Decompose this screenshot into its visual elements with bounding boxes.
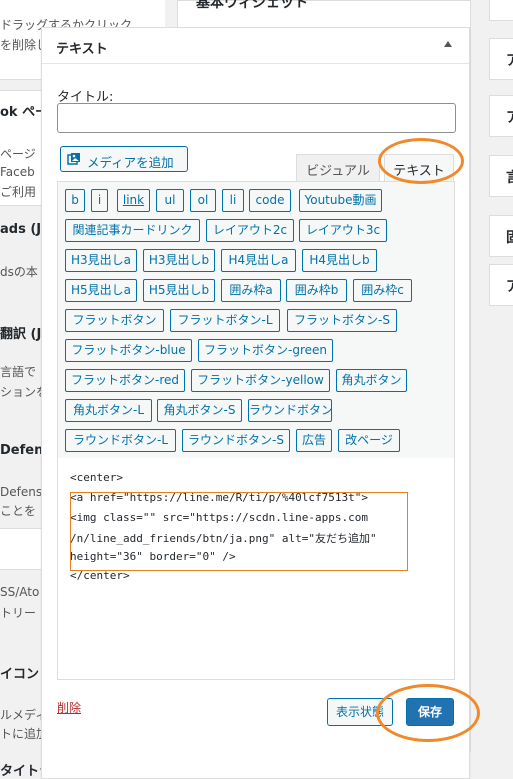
right-widget-letter-4: 言 [506,167,513,187]
highlight-box [70,492,408,571]
bg-text-3: ページ [0,147,36,161]
text-editor-area[interactable]: <center> <a href="https://line.me/R/ti/p… [57,458,455,680]
quicktag-round-button[interactable]: ラウンドボタン [248,399,333,422]
right-widget-box-3[interactable]: ア [489,95,513,137]
text-widget-panel: テキスト タイトル: メディアを追加 ビジュアル テキスト b i link u… [41,27,470,779]
tab-text[interactable]: テキスト [384,154,454,182]
quicktag-h3a-button[interactable]: H3見出しa [65,249,137,272]
quicktag-flat-l-button[interactable]: フラットボタン-L [170,309,280,332]
widget-header[interactable]: テキスト [42,28,469,64]
quicktag-link-button[interactable]: link [117,189,150,212]
right-widget-letter-2: ア [506,50,513,70]
add-media-label: メディアを追加 [87,155,174,170]
quicktag-rounded-button[interactable]: 角丸ボタン [336,369,407,392]
bg-text-4: Faceb [0,165,35,179]
quicktag-related-card-button[interactable]: 関連記事カードリンク [65,219,200,242]
quicktag-b-button[interactable]: b [65,189,85,212]
quicktag-code-button[interactable]: code [249,189,291,212]
code-line-1: <center> [70,471,123,484]
quicktag-layout2c-button[interactable]: レイアウト2c [206,219,294,242]
quicktag-ul-button[interactable]: ul [156,189,184,212]
quicktag-round-s-button[interactable]: ラウンドボタン-S [182,429,290,452]
bg-text-6: dsの本 [0,265,38,279]
quicktag-li-button[interactable]: li [222,189,244,212]
right-widget-letter-3: ア [506,107,513,127]
quicktag-h4b-button[interactable]: H4見出しb [302,249,377,272]
quicktag-rounded-l-button[interactable]: 角丸ボタン-L [65,399,152,422]
bg-text-5: ご利用 [0,185,37,199]
right-widget-box-2[interactable]: ア [489,38,513,80]
quicktag-box-c-button[interactable]: 囲み枠c [353,279,412,302]
quicktag-pagebreak-button[interactable]: 改ページ [338,429,400,452]
quicktag-flat-blue-button[interactable]: フラットボタン-blue [65,339,192,362]
quicktags-toolbar: b i link ul ol li code Youtube動画 関連記事カード… [57,181,455,460]
right-widget-letter-6: ア [506,276,513,296]
quicktag-h3b-button[interactable]: H3見出しb [143,249,215,272]
quicktag-ol-button[interactable]: ol [190,189,216,212]
bg-text-7: 言語で [0,365,37,379]
widget-area-title: 基本ウィジェット [196,0,308,11]
bg-text-12: トリー [0,606,37,620]
media-icon [67,153,80,165]
quicktag-flat-red-button[interactable]: フラットボタン-red [65,369,185,392]
title-input[interactable] [57,103,456,133]
quicktag-youtube-button[interactable]: Youtube動画 [299,189,382,212]
add-media-button[interactable]: メディアを追加 [60,146,188,172]
quicktag-rounded-s-button[interactable]: 角丸ボタン-S [157,399,242,422]
quicktag-flat-yellow-button[interactable]: フラットボタン-yellow [191,369,330,392]
right-widget-letter-5: 固 [506,227,513,247]
right-widget-box-4[interactable]: 言 [489,155,513,197]
bg-head-translate: 翻訳 (J [0,327,42,342]
right-widget-box-1[interactable] [489,0,513,21]
preview-button[interactable]: 表示状態 [327,698,393,726]
quicktag-h5a-button[interactable]: H5見出しa [65,279,137,302]
quicktag-i-button[interactable]: i [91,189,108,212]
caret-up-icon[interactable] [444,41,452,47]
right-widget-box-6[interactable]: ア [489,264,513,306]
tab-visual[interactable]: ビジュアル [296,154,380,182]
delete-link[interactable]: 削除 [57,699,81,716]
bg-text-10: ことを [0,504,37,518]
quicktag-layout3c-button[interactable]: レイアウト3c [299,219,387,242]
quicktag-flat-s-button[interactable]: フラットボタン-S [287,309,397,332]
quicktag-box-a-button[interactable]: 囲み枠a [221,279,281,302]
quicktag-h4a-button[interactable]: H4見出しa [221,249,296,272]
quicktag-h5b-button[interactable]: H5見出しb [143,279,215,302]
save-button[interactable]: 保存 [406,698,454,726]
quicktag-flat-green-button[interactable]: フラットボタン-green [198,339,333,362]
quicktag-box-b-button[interactable]: 囲み枠b [286,279,347,302]
bg-head-defense: Defen [0,443,44,458]
quicktag-flat-button[interactable]: フラットボタン [65,309,164,332]
widget-title: テキスト [56,42,108,57]
quicktag-ad-button[interactable]: 広告 [296,429,332,452]
right-widget-box-5[interactable]: 固 [489,215,513,257]
quicktag-round-l-button[interactable]: ラウンドボタン-L [65,429,176,452]
bg-text-11: SS/Ato [0,585,40,599]
